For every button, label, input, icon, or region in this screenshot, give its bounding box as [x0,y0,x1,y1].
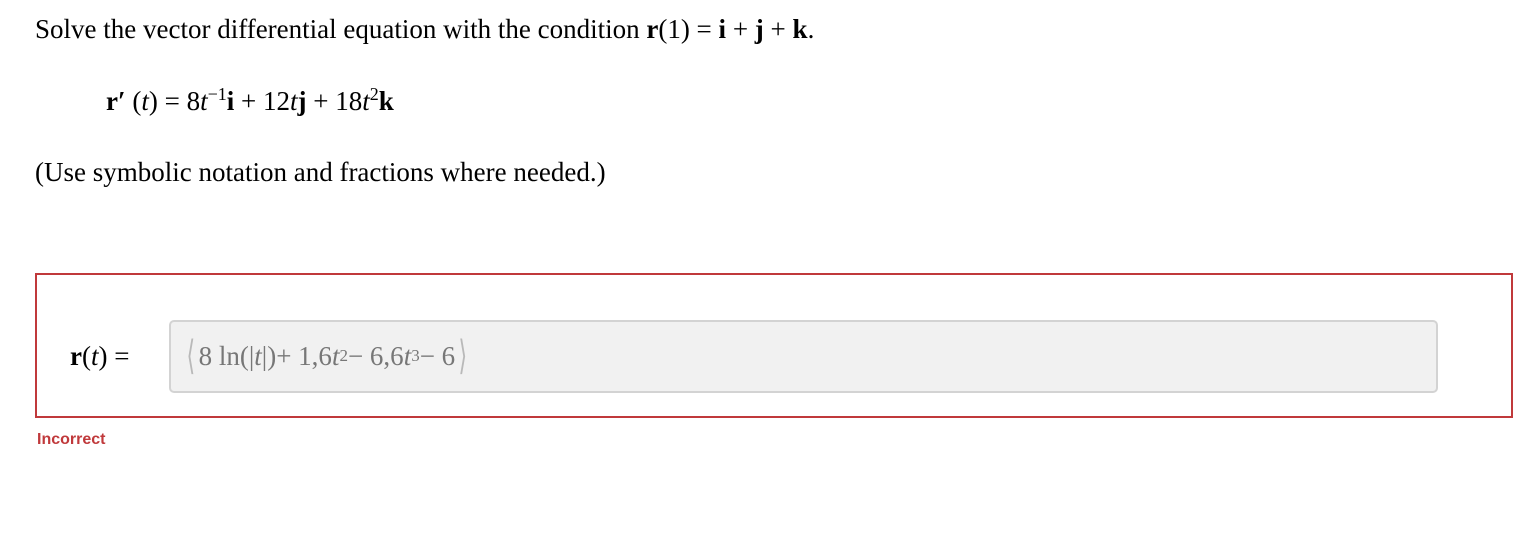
answer-label: r(t) = [70,339,129,373]
differential-equation: r′ (t) = 8t−1i + 12tj + 18t2k [106,84,394,118]
eq-term3-coef: 18 [335,86,363,116]
expr-term3: − 6,6 [347,341,404,371]
answer-r: r [70,341,82,371]
condition-arg: (1) = [658,14,719,44]
eq-prime: ′ [117,86,126,116]
eq-term2-var: t [289,86,298,116]
answer-var: t [90,341,99,371]
eq-paren: ( [125,86,142,116]
plus-sign: + [726,14,755,44]
eq-term1-exp: −1 [207,84,227,104]
condition-i: i [718,14,727,44]
eq-term3-k: k [378,86,394,116]
plus-sign: + [763,14,793,44]
question-prompt: Solve the vector differential equation w… [35,12,814,46]
eq-term2-j: j [297,86,307,116]
expr-term4: − 6 [419,341,456,371]
answer-input[interactable]: ⟨ 8 ln (| t |) + 1,6 t 2 − 6,6 t 3 − 6 ⟩ [169,320,1438,393]
prompt-text: Solve the vector differential equation w… [35,14,647,44]
eq-var: t [141,86,149,116]
eq-term3-var: t [362,86,370,116]
answer-expression: ⟨ 8 ln (| t |) + 1,6 t 2 − 6,6 t 3 − 6 ⟩ [186,333,468,378]
condition-vector-r: r [646,14,659,44]
expr-ln: 8 ln [198,341,240,371]
eq-term3-exp: 2 [369,84,379,104]
expr-abs-var: t [254,341,262,371]
eq-term1-coef: 8 [186,86,201,116]
left-angle-bracket: ⟨ [186,333,196,378]
eq-term2-coef: 12 [262,86,290,116]
expr-var3: t [403,341,412,371]
expr-term2: + 1,6 [276,341,332,371]
answer-box: r(t) = ⟨ 8 ln (| t |) + 1,6 t 2 − 6,6 t 3 − 6 ⟩ [35,273,1513,418]
eq-plus: + [234,86,263,116]
right-angle-bracket: ⟩ [458,333,468,378]
expr-var2: t [331,341,340,371]
eq-plus: + [306,86,336,116]
instruction-note: (Use symbolic notation and fractions whe… [35,157,606,187]
expr-abs-open: (| [239,341,255,371]
answer-paren: ( [81,341,91,371]
feedback-incorrect: Incorrect [37,431,106,448]
eq-term1-var: t [200,86,208,116]
expr-abs-close: |) [261,341,277,371]
answer-equals: ) = [98,341,130,371]
period: . [807,14,815,44]
condition-k: k [792,14,808,44]
eq-r: r [106,86,118,116]
eq-equals: ) = [148,86,187,116]
condition-j: j [754,14,764,44]
